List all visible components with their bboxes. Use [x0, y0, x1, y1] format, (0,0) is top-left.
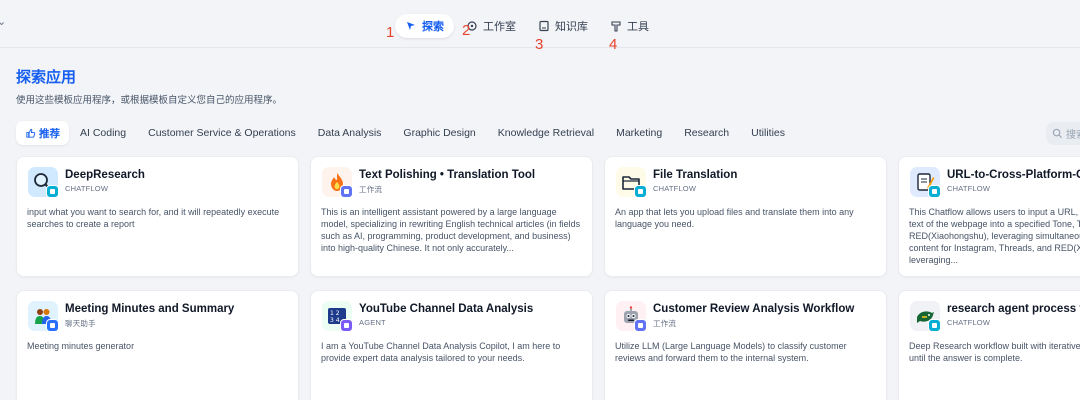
- app-card[interactable]: File Translation CHATFLOW An app that le…: [604, 156, 887, 277]
- nav-item-label: 知识库: [555, 21, 588, 33]
- page-subtitle: 使用这些模板应用程序，或根据模板自定义您自己的应用程序。: [16, 95, 283, 106]
- app-card[interactable]: URL-to-Cross-Platform-Content CHATFLOW T…: [898, 156, 1080, 277]
- app-card[interactable]: research agent process flow CHATFLOW Dee…: [898, 290, 1080, 400]
- tab-label: Graphic Design: [403, 127, 476, 139]
- search-icon: [1052, 128, 1063, 139]
- app-name: research agent process flow: [947, 303, 1080, 315]
- tab-utilities[interactable]: Utilities: [740, 121, 796, 145]
- app-description: An app that lets you upload files and tr…: [615, 207, 854, 229]
- app-description: Utilize LLM (Large Language Models) to c…: [615, 341, 847, 363]
- nav-item-explore[interactable]: 探索: [395, 14, 454, 38]
- book-icon: [539, 20, 549, 32]
- mode-badge: [340, 319, 353, 332]
- tab-graphic-design[interactable]: Graphic Design: [392, 121, 486, 145]
- annotation-2: 2: [462, 22, 471, 39]
- tab-label: 推荐: [39, 127, 60, 140]
- tab-label: Utilities: [751, 127, 785, 139]
- app-name: Text Polishing • Translation Tool: [359, 169, 536, 181]
- nav-item-label: 工具: [627, 21, 649, 33]
- page-title: 探索应用: [16, 69, 77, 86]
- app-mode: CHATFLOW: [653, 184, 697, 193]
- mode-badge: [928, 319, 941, 332]
- app-description: Meeting minutes generator: [27, 341, 135, 351]
- search-placeholder: 搜索: [1066, 130, 1080, 141]
- compass-icon: [407, 22, 415, 30]
- app-mode: 聊天助手: [65, 319, 96, 328]
- app-mode: CHATFLOW: [947, 318, 991, 327]
- mode-badge: [634, 319, 647, 332]
- search-input[interactable]: 搜索: [1046, 122, 1080, 145]
- app-mode: CHATFLOW: [947, 184, 991, 193]
- app-mode: CHATFLOW: [65, 184, 109, 193]
- app-card[interactable]: 1 23 4 YouTube Channel Data Analysis AGE…: [310, 290, 593, 400]
- tab-label: AI Coding: [80, 127, 127, 139]
- app-card[interactable]: Text Polishing • Translation Tool 工作流 Th…: [310, 156, 593, 277]
- tab-customer-service[interactable]: Customer Service & Operations: [137, 121, 307, 145]
- nav-item-label: 工作室: [483, 21, 516, 33]
- app-name: DeepResearch: [65, 169, 145, 181]
- mode-badge: [634, 185, 647, 198]
- tab-marketing[interactable]: Marketing: [605, 121, 673, 145]
- tab-ai-coding[interactable]: AI Coding: [69, 121, 137, 145]
- app-name: YouTube Channel Data Analysis: [359, 303, 534, 315]
- category-tabs: 推荐 AI Coding Customer Service & Operatio…: [16, 121, 796, 145]
- app-name: URL-to-Cross-Platform-Content: [947, 169, 1080, 181]
- svg-text:1 2: 1 2: [330, 310, 340, 317]
- app-card[interactable]: Meeting Minutes and Summary 聊天助手 Meeting…: [16, 290, 299, 400]
- svg-text:3 4: 3 4: [330, 317, 340, 324]
- tab-knowledge-retrieval[interactable]: Knowledge Retrieval: [487, 121, 605, 145]
- annotation-4: 4: [609, 36, 618, 53]
- mode-badge: [340, 185, 353, 198]
- nav-item-label: 探索: [422, 21, 444, 33]
- app-description: This is an intelligent assistant powered…: [321, 207, 581, 253]
- tab-research[interactable]: Research: [673, 121, 740, 145]
- app-description: I am a YouTube Channel Data Analysis Cop…: [321, 341, 561, 363]
- app-description: Deep Research workflow built with iterat…: [909, 341, 1080, 363]
- app-name: Customer Review Analysis Workflow: [653, 303, 855, 315]
- tab-recommended[interactable]: 推荐: [16, 121, 69, 145]
- app-mode: AGENT: [359, 318, 386, 327]
- thumbs-up-icon: [26, 128, 36, 138]
- annotation-3: 3: [535, 36, 544, 53]
- tab-label: Data Analysis: [317, 127, 382, 139]
- tool-icon: [611, 21, 621, 32]
- app-description: This Chatflow allows users to input a UR…: [909, 207, 1080, 265]
- app-card[interactable]: DeepResearch CHATFLOW input what you wan…: [16, 156, 299, 277]
- app-mode: 工作流: [359, 185, 383, 194]
- nav-item-knowledge[interactable]: 知识库: [528, 14, 598, 38]
- tab-data-analysis[interactable]: Data Analysis: [307, 121, 393, 145]
- tab-label: Knowledge Retrieval: [497, 127, 595, 139]
- annotation-1: 1: [386, 24, 395, 41]
- nav-item-tools[interactable]: 工具: [600, 14, 659, 38]
- app-description: input what you want to search for, and i…: [27, 207, 280, 229]
- mode-badge: [46, 319, 59, 332]
- app-mode: 工作流: [653, 319, 677, 328]
- app-card[interactable]: Customer Review Analysis Workflow 工作流 Ut…: [604, 290, 887, 400]
- chevron-down-icon[interactable]: ⌄: [0, 15, 6, 28]
- tab-label: Customer Service & Operations: [148, 127, 296, 139]
- mode-badge: [928, 185, 941, 198]
- tab-label: Research: [684, 127, 730, 139]
- app-name: Meeting Minutes and Summary: [65, 303, 235, 315]
- app-name: File Translation: [653, 169, 738, 181]
- tab-label: Marketing: [616, 127, 663, 139]
- mode-badge: [46, 185, 59, 198]
